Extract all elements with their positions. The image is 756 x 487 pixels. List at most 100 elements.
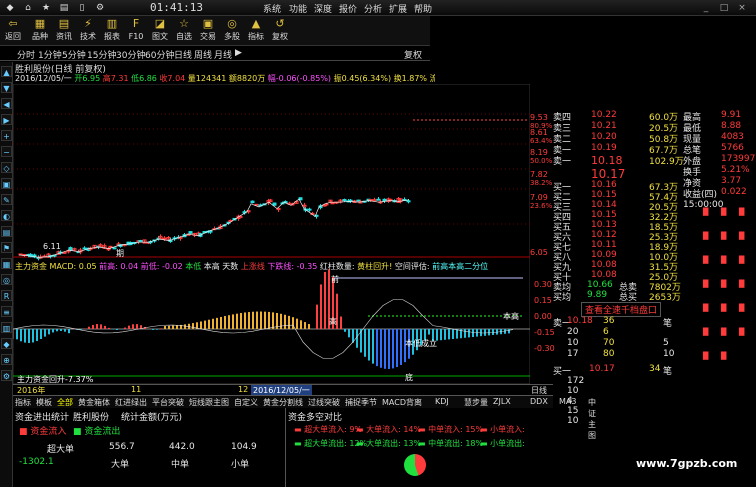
- bid-price: 10.08: [591, 270, 617, 280]
- indicator-tab[interactable]: 捕捉季节: [345, 397, 377, 408]
- close-icon[interactable]: ×: [736, 2, 748, 14]
- indicator-tab[interactable]: MACD背离: [382, 397, 422, 408]
- indicator-tab[interactable]: 红进绿出: [115, 397, 147, 408]
- candle-body: [324, 203, 329, 206]
- period-tab-30min[interactable]: 30分钟: [116, 48, 145, 61]
- f10-icon: F: [132, 17, 140, 30]
- tool-icon[interactable]: ▲: [1, 66, 12, 77]
- indicator-tab[interactable]: DDX: [530, 397, 548, 406]
- indicator-tab[interactable]: 中证主图: [588, 397, 596, 441]
- replay-button[interactable]: ↺ 复权: [269, 17, 291, 43]
- period-tab-tick[interactable]: 分时: [17, 48, 35, 61]
- tool-icon[interactable]: −: [1, 146, 12, 157]
- indicator-tab[interactable]: 模板: [36, 397, 52, 408]
- star-icon[interactable]: ★: [40, 2, 52, 14]
- period-more-icon[interactable]: ▶: [235, 48, 242, 58]
- candle-body: [307, 208, 312, 211]
- period-tab-month[interactable]: 月线: [214, 48, 232, 61]
- period-tab-week[interactable]: 周线: [194, 48, 212, 61]
- minimize-icon[interactable]: _: [700, 2, 712, 14]
- indicator-tab[interactable]: 短线跟主图: [189, 397, 229, 408]
- multi-stock-button[interactable]: ◎ 多股: [221, 17, 243, 43]
- menu-quote[interactable]: 报价: [339, 2, 357, 15]
- tool-icon[interactable]: ✎: [1, 194, 12, 205]
- indicator-tab[interactable]: 全部: [57, 397, 73, 408]
- tool-icon[interactable]: ▼: [1, 82, 12, 93]
- kline-chart[interactable]: 6.11 期前高 本高本低成立底 主力资金回升-7.37%: [13, 84, 530, 384]
- bid-price: 10.09: [591, 250, 617, 260]
- order-block: █: [703, 280, 709, 288]
- people-icon: ◎: [227, 17, 237, 30]
- variety-button[interactable]: ▦ 品种: [29, 17, 51, 43]
- menu-help[interactable]: 帮助: [414, 2, 432, 15]
- tool-icon[interactable]: ⚑: [1, 242, 12, 253]
- indicator-tab[interactable]: 慧步量: [464, 397, 488, 408]
- menu-analysis[interactable]: 分析: [364, 2, 382, 15]
- flow-col-large: 大单: [111, 460, 130, 470]
- bid-price: 10.12: [591, 230, 617, 240]
- period-tab-day[interactable]: 日线: [174, 48, 192, 61]
- menu-system[interactable]: 系统: [263, 2, 281, 15]
- adjust-button[interactable]: 复权: [404, 48, 422, 61]
- tool-icon[interactable]: ◆: [1, 338, 12, 349]
- graphic-button[interactable]: ◪ 图文: [149, 17, 171, 43]
- tool-icon[interactable]: ▥: [1, 322, 12, 333]
- report-button[interactable]: ▥ 报表: [101, 17, 123, 43]
- indicator-tab[interactable]: 黄金箱体: [78, 397, 110, 408]
- home-icon[interactable]: ⌂: [22, 2, 34, 14]
- tool-icon[interactable]: ◇: [1, 162, 12, 173]
- indicator-icon: ▲: [251, 17, 261, 30]
- indicator-tab[interactable]: 过线突破: [308, 397, 340, 408]
- chart-icon[interactable]: ▤: [58, 2, 70, 14]
- maximize-icon[interactable]: □: [718, 2, 730, 14]
- tool-icon[interactable]: +: [1, 130, 12, 141]
- tool-icon[interactable]: ⚙: [1, 370, 12, 381]
- f10-button[interactable]: F F10: [125, 17, 147, 43]
- period-tab-1min[interactable]: 1分钟: [38, 48, 62, 61]
- tick-price: 10.18: [567, 316, 593, 326]
- period-tab-5min[interactable]: 5分钟: [62, 48, 86, 61]
- candle-body: [106, 248, 111, 251]
- left-tool-strip: ▲ ▼ ◀ ▶ + − ◇ ▣ ✎ ◐ ▤ ⚑ ▦ ◎ R ≡ ▥ ◆ ⊕ ⚙: [0, 62, 13, 487]
- order-block: █: [739, 328, 745, 336]
- indicator-tick: -0.15: [534, 328, 555, 337]
- order-block: █: [703, 256, 709, 264]
- menu-function[interactable]: 功能: [289, 2, 307, 15]
- menu-depth[interactable]: 深度: [314, 2, 332, 15]
- period-tab-60min[interactable]: 60分钟: [145, 48, 174, 61]
- indicator-tab[interactable]: KDJ: [435, 397, 449, 406]
- indicator-tab[interactable]: 平台突破: [152, 397, 184, 408]
- cart-icon: ▣: [202, 17, 214, 30]
- tool-icon[interactable]: ▣: [1, 178, 12, 189]
- tool-icon[interactable]: ◀: [1, 98, 12, 109]
- stock-info-item: 流通6.66亿: [429, 74, 435, 83]
- indicator-tab[interactable]: ZJLX: [493, 397, 511, 406]
- tech-button[interactable]: ⚡ 技术: [77, 17, 99, 43]
- order-block: █: [703, 328, 709, 336]
- menu-extend[interactable]: 扩展: [389, 2, 407, 15]
- indicator-button[interactable]: ▲ 指标: [245, 17, 267, 43]
- tool-icon[interactable]: ⊕: [1, 354, 12, 365]
- back-button[interactable]: ⇦ 返回: [2, 17, 24, 43]
- news-button[interactable]: ▤ 资讯: [53, 17, 75, 43]
- indicator-tab[interactable]: 黄金分割线: [263, 397, 303, 408]
- tool-icon[interactable]: ▦: [1, 258, 12, 269]
- period-tab-15min[interactable]: 15分钟: [87, 48, 116, 61]
- tool-icon[interactable]: R: [1, 290, 12, 301]
- indicator-tab[interactable]: 指标: [15, 397, 31, 408]
- trade-button[interactable]: ▣ 交易: [197, 17, 219, 43]
- phone-icon[interactable]: ▯: [76, 2, 88, 14]
- indicator-label-high: 本高: [503, 311, 519, 321]
- depth-link[interactable]: 查看全速千档盘口: [581, 302, 662, 317]
- order-block: █: [721, 352, 727, 360]
- indicator-tabs: 指标 模板 全部 黄金箱体 红进绿出 平台突破 短线跟主图 自定义 黄金分割线 过线突破 捕捉季节 M…: [13, 395, 596, 440]
- tool-icon[interactable]: ▤: [1, 226, 12, 237]
- indicator-tab[interactable]: MA3: [559, 397, 576, 406]
- tool-icon[interactable]: ◎: [1, 274, 12, 285]
- settings-icon[interactable]: ⚙: [94, 2, 106, 14]
- tool-icon[interactable]: ≡: [1, 306, 12, 317]
- tool-icon[interactable]: ◐: [1, 210, 12, 221]
- tool-icon[interactable]: ▶: [1, 114, 12, 125]
- watchlist-button[interactable]: ☆ 自选: [173, 17, 195, 43]
- indicator-tab[interactable]: 自定义: [234, 397, 258, 408]
